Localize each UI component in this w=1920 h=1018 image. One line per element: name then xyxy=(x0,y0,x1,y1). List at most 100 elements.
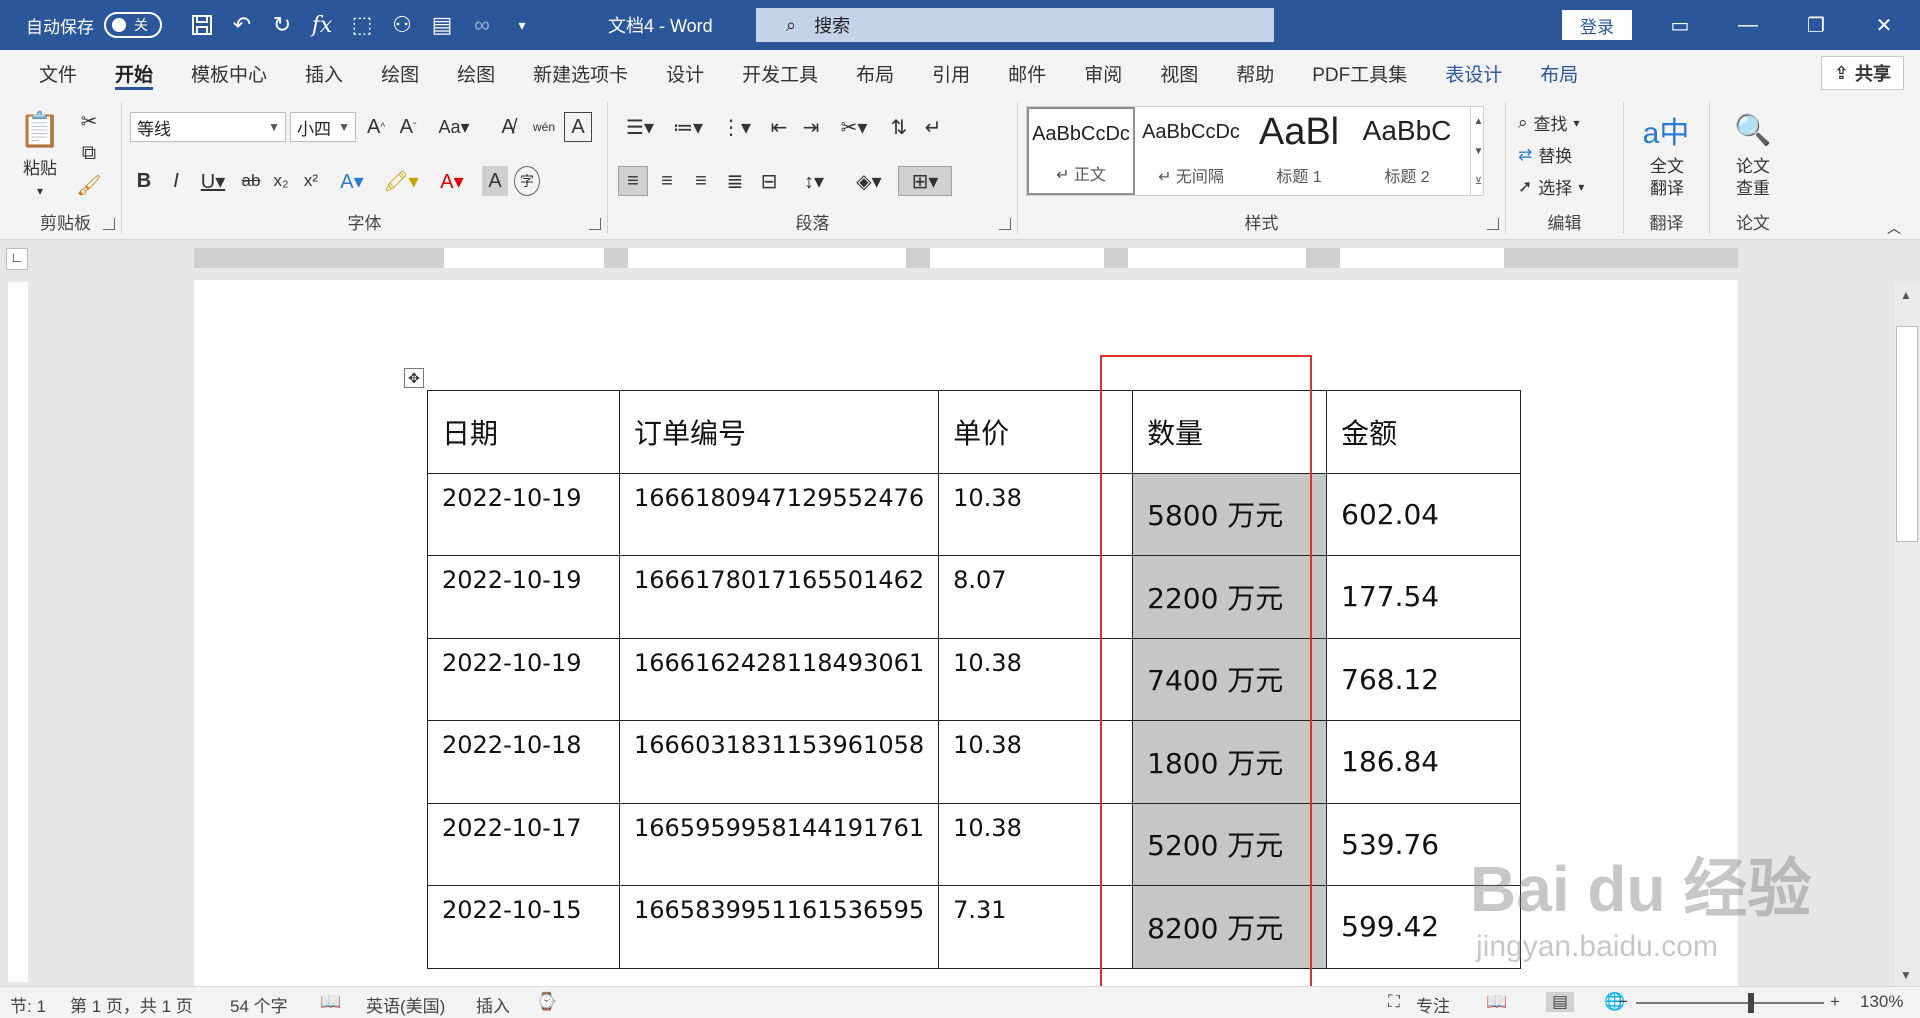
proofing-icon[interactable]: 📖 xyxy=(320,992,341,1012)
table-move-handle-icon[interactable]: ✥ xyxy=(404,368,424,388)
ribbon-display-icon[interactable]: ▭ xyxy=(1646,0,1714,50)
font-launcher-icon[interactable] xyxy=(589,218,601,230)
format-painter-icon[interactable]: 🖌 xyxy=(76,172,102,198)
multilevel-list-icon[interactable]: ⋮▾ xyxy=(714,112,758,142)
style-heading-1[interactable]: AaBl 标题 1 xyxy=(1245,107,1353,195)
sort-icon[interactable]: ⇅ xyxy=(884,112,914,142)
tab-help[interactable]: 帮助 xyxy=(1217,50,1293,96)
cell-amount[interactable]: 186.84 xyxy=(1326,720,1522,804)
zoom-out-icon[interactable]: − xyxy=(1618,992,1628,1012)
undo-icon[interactable]: ↶ xyxy=(222,5,262,45)
phonetic-guide-icon[interactable]: wén xyxy=(530,112,558,142)
zoom-slider-thumb[interactable] xyxy=(1748,993,1754,1013)
cell-date[interactable]: 2022-10-19 xyxy=(427,637,620,721)
bullets-icon[interactable]: ☰▾ xyxy=(618,112,662,142)
org-chart-icon[interactable]: ⚇ xyxy=(382,5,422,45)
distributed-icon[interactable]: ⊟ xyxy=(754,166,784,196)
cell-order-id[interactable]: 1666031831153961058 xyxy=(618,720,940,804)
text-effects-icon[interactable]: A▾ xyxy=(332,166,372,196)
cell-order-id[interactable]: 1665839951161536595 xyxy=(618,885,940,969)
ruler-column-marker[interactable] xyxy=(1104,248,1128,268)
tab-mailings[interactable]: 邮件 xyxy=(989,50,1065,96)
full-translate-button[interactable]: 全文 翻译 xyxy=(1634,156,1700,200)
paste-icon[interactable]: 📋 xyxy=(19,108,61,152)
cell-date[interactable]: 2022-10-19 xyxy=(427,472,620,556)
focus-icon[interactable]: ⛶ xyxy=(1388,992,1400,1012)
shading-icon[interactable]: ◈▾ xyxy=(846,166,892,196)
font-size-combo[interactable]: 小四 ▼ xyxy=(290,112,356,142)
paragraph-launcher-icon[interactable] xyxy=(999,218,1011,230)
clear-formatting-icon[interactable]: A̸ xyxy=(494,112,522,142)
translate-icon[interactable]: a中 xyxy=(1642,108,1690,152)
underline-icon[interactable]: U▾ xyxy=(194,166,232,196)
select-button[interactable]: ➚ 选择 ▾ xyxy=(1518,174,1584,199)
cell-date[interactable]: 2022-10-17 xyxy=(427,802,620,886)
line-spacing-icon[interactable]: ↕▾ xyxy=(792,166,836,196)
decrease-indent-icon[interactable]: ⇤ xyxy=(764,112,794,142)
tab-design[interactable]: 设计 xyxy=(647,50,723,96)
customize-qat-icon[interactable]: ▾ xyxy=(502,5,542,45)
italic-icon[interactable]: I xyxy=(164,166,188,196)
cell-amount[interactable]: 602.04 xyxy=(1326,472,1522,556)
style-normal[interactable]: AaBbCcDc ↵ 正文 xyxy=(1027,107,1135,195)
tab-file[interactable]: 文件 xyxy=(20,50,96,96)
function-icon[interactable]: fx xyxy=(302,5,342,45)
tab-new-tab[interactable]: 新建选项卡 xyxy=(514,50,647,96)
bold-icon[interactable]: B xyxy=(132,166,156,196)
status-insert-mode[interactable]: 插入 xyxy=(476,992,510,1017)
minimize-icon[interactable]: — xyxy=(1714,0,1782,50)
superscript-icon[interactable]: x² xyxy=(298,166,324,196)
style-no-spacing[interactable]: AaBbCcDc ↵ 无间隔 xyxy=(1137,107,1245,195)
tab-home[interactable]: 开始 xyxy=(96,50,172,96)
ruler-column-marker[interactable] xyxy=(1306,248,1340,268)
scroll-up-arrow-icon[interactable]: ▲ xyxy=(1900,288,1912,302)
cell-order-id[interactable]: 1665959958144191761 xyxy=(618,802,940,886)
scrollbar-thumb[interactable] xyxy=(1896,326,1918,542)
tab-review[interactable]: 审阅 xyxy=(1065,50,1141,96)
font-color-icon[interactable]: A▾ xyxy=(430,166,474,196)
header-date[interactable]: 日期 xyxy=(427,390,620,474)
header-amount[interactable]: 金额 xyxy=(1326,390,1522,474)
tab-draw[interactable]: 绘图 xyxy=(362,50,438,96)
cell-order-id[interactable]: 1666162428118493061 xyxy=(618,637,940,721)
infinity-icon[interactable]: ∞ xyxy=(462,5,502,45)
tab-selector-icon[interactable]: ∟ xyxy=(6,248,28,270)
horizontal-ruler[interactable] xyxy=(194,248,1738,268)
grow-font-icon[interactable]: A ^ xyxy=(362,112,390,142)
vertical-scrollbar[interactable]: ▲ ▼ xyxy=(1894,282,1920,986)
tab-developer[interactable]: 开发工具 xyxy=(723,50,837,96)
ruler-column-marker[interactable] xyxy=(604,248,628,268)
data-table[interactable]: 日期 订单编号 单价 数量 金额 2022-10-19 166618094712… xyxy=(427,390,1522,969)
vertical-ruler[interactable] xyxy=(8,282,28,982)
zoom-level[interactable]: 130% xyxy=(1860,992,1903,1012)
increase-indent-icon[interactable]: ⇥ xyxy=(796,112,826,142)
tab-table-design[interactable]: 表设计 xyxy=(1426,50,1521,96)
styles-launcher-icon[interactable] xyxy=(1487,218,1499,230)
scroll-up-icon[interactable]: ▲ xyxy=(1474,116,1484,127)
enclose-characters-icon[interactable]: 字 xyxy=(514,166,540,196)
tab-template-center[interactable]: 模板中心 xyxy=(172,50,286,96)
align-right-icon[interactable]: ≡ xyxy=(686,166,716,196)
zoom-in-icon[interactable]: + xyxy=(1830,992,1840,1012)
accessibility-icon[interactable]: ⌚ xyxy=(536,992,557,1012)
status-section[interactable]: 节: 1 xyxy=(10,992,46,1017)
subscript-icon[interactable]: x₂ xyxy=(268,166,294,196)
autosave-toggle[interactable]: 关 xyxy=(104,12,162,38)
character-border-icon[interactable]: A xyxy=(564,112,592,142)
status-focus[interactable]: 专注 xyxy=(1416,992,1450,1017)
status-page[interactable]: 第 1 页，共 1 页 xyxy=(70,992,193,1017)
style-heading-2[interactable]: AaBbC 标题 2 xyxy=(1353,107,1461,195)
paste-dropdown-icon[interactable]: ▾ xyxy=(18,182,62,200)
search-box[interactable]: ⌕ 搜索 xyxy=(756,8,1274,42)
tab-view[interactable]: 视图 xyxy=(1141,50,1217,96)
header-order-id[interactable]: 订单编号 xyxy=(618,390,940,474)
show-marks-icon[interactable]: ↵ xyxy=(918,112,948,142)
tab-pdf-tools[interactable]: PDF工具集 xyxy=(1293,50,1426,96)
cell-amount[interactable]: 768.12 xyxy=(1326,637,1522,721)
tab-layout[interactable]: 布局 xyxy=(837,50,913,96)
plagiarism-check-icon[interactable]: 🔍 xyxy=(1730,108,1776,152)
change-case-icon[interactable]: Aa▾ xyxy=(434,112,474,142)
replace-button[interactable]: ⇄ 替换 xyxy=(1518,142,1572,167)
paste-button[interactable]: 粘贴 xyxy=(18,158,62,180)
cell-date[interactable]: 2022-10-19 xyxy=(427,555,620,639)
